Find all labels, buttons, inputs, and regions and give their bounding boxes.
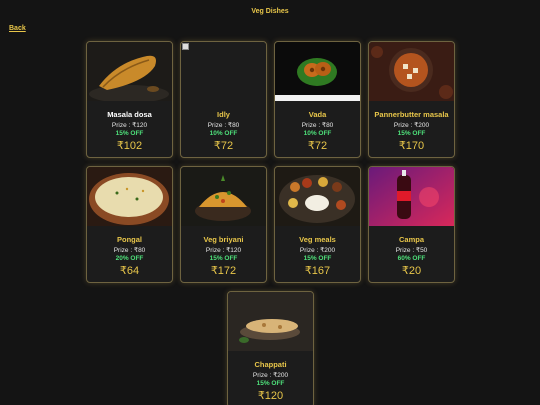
dish-name: Veg briyani bbox=[203, 235, 244, 244]
dish-card-veg-briyani[interactable]: Veg briyani Prize : ₹120 15% OFF ₹172 bbox=[180, 166, 267, 283]
campa-image bbox=[369, 167, 454, 226]
dish-name: Masala dosa bbox=[107, 110, 152, 119]
pongal-image bbox=[87, 167, 172, 226]
dish-name: Veg meals bbox=[299, 235, 336, 244]
dish-final-price: ₹172 bbox=[210, 265, 237, 277]
dish-card-pannerbutter-masala[interactable]: Pannerbutter masala Prize : ₹200 15% OFF… bbox=[368, 41, 455, 158]
dish-discount: 15% OFF bbox=[115, 130, 144, 137]
dish-price: Prize : ₹120 bbox=[205, 247, 242, 254]
dish-final-price: ₹72 bbox=[307, 140, 328, 152]
dish-price: Prize : ₹50 bbox=[395, 247, 428, 254]
dish-name: Idly bbox=[217, 110, 230, 119]
dish-final-price: ₹20 bbox=[401, 265, 422, 277]
dish-name: Pongal bbox=[116, 235, 142, 244]
chappati-image bbox=[228, 292, 313, 351]
veg-briyani-image bbox=[181, 167, 266, 226]
page-title: Veg Dishes bbox=[251, 8, 289, 15]
dish-discount: 10% OFF bbox=[303, 130, 332, 137]
dish-price: Prize : ₹80 bbox=[301, 122, 334, 129]
dish-price: Prize : ₹120 bbox=[111, 122, 148, 129]
dish-card-campa[interactable]: Campa Prize : ₹50 60% OFF ₹20 bbox=[368, 166, 455, 283]
dish-name: Vada bbox=[308, 110, 327, 119]
back-link[interactable]: Back bbox=[9, 25, 26, 32]
dish-price: Prize : ₹200 bbox=[299, 247, 336, 254]
dish-final-price: ₹170 bbox=[398, 140, 425, 152]
veg-meals-image bbox=[275, 167, 360, 226]
dish-discount: 60% OFF bbox=[397, 255, 426, 262]
vada-image bbox=[275, 42, 360, 101]
dish-final-price: ₹64 bbox=[119, 265, 140, 277]
dish-discount: 15% OFF bbox=[256, 380, 285, 387]
dish-discount: 15% OFF bbox=[303, 255, 332, 262]
dish-price: Prize : ₹80 bbox=[113, 247, 146, 254]
dish-discount: 20% OFF bbox=[115, 255, 144, 262]
dish-final-price: ₹167 bbox=[304, 265, 331, 277]
dish-price: Prize : ₹200 bbox=[252, 372, 289, 379]
paneer-butter-masala-image bbox=[369, 42, 454, 101]
dish-name: Campa bbox=[398, 235, 424, 244]
dish-card-masala-dosa[interactable]: Masala dosa Prize : ₹120 15% OFF ₹102 bbox=[86, 41, 173, 158]
broken-image-icon bbox=[181, 42, 266, 101]
dish-discount: 15% OFF bbox=[209, 255, 238, 262]
dish-final-price: ₹72 bbox=[213, 140, 234, 152]
dish-card-vada[interactable]: Vada Prize : ₹80 10% OFF ₹72 bbox=[274, 41, 361, 158]
dish-price: Prize : ₹200 bbox=[393, 122, 430, 129]
dish-card-veg-meals[interactable]: Veg meals Prize : ₹200 15% OFF ₹167 bbox=[274, 166, 361, 283]
dish-discount: 15% OFF bbox=[397, 130, 426, 137]
dish-final-price: ₹120 bbox=[257, 390, 284, 402]
broken-image-icon bbox=[182, 43, 189, 50]
dish-card-idly[interactable]: Idly Prize : ₹80 10% OFF ₹72 bbox=[180, 41, 267, 158]
dish-card-pongal[interactable]: Pongal Prize : ₹80 20% OFF ₹64 bbox=[86, 166, 173, 283]
dish-card-chappati[interactable]: Chappati Prize : ₹200 15% OFF ₹120 bbox=[227, 291, 314, 405]
dish-name: Pannerbutter masala bbox=[374, 110, 449, 119]
masala-dosa-image bbox=[87, 42, 172, 101]
dish-grid: Masala dosa Prize : ₹120 15% OFF ₹102 Id… bbox=[86, 41, 455, 405]
dish-name: Chappati bbox=[254, 360, 287, 369]
dish-discount: 10% OFF bbox=[209, 130, 238, 137]
dish-price: Prize : ₹80 bbox=[207, 122, 240, 129]
dish-final-price: ₹102 bbox=[116, 140, 143, 152]
